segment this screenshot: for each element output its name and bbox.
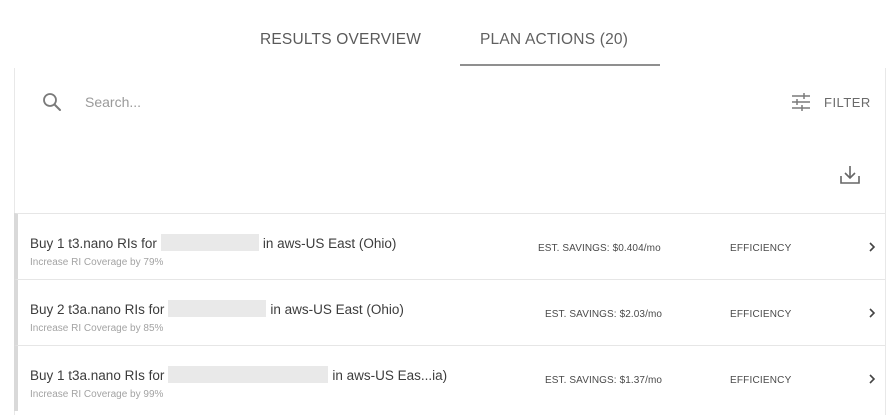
search-bar: FILTER [15,68,885,138]
action-category: EFFICIENCY [730,243,792,254]
estimated-savings: EST. SAVINGS: $2.03/mo [545,309,663,320]
filter-label: FILTER [824,94,871,110]
action-category: EFFICIENCY [730,309,792,320]
action-subtitle: Increase RI Coverage by 99% [30,389,164,400]
search-icon [43,93,61,111]
action-title-prefix: Buy 1 t3a.nano RIs for [30,368,165,383]
action-title-suffix: in aws-US East (Ohio) [262,236,397,251]
estimated-savings: EST. SAVINGS: $0.404/mo [538,243,661,254]
action-title-suffix: in aws-US Eas...ia) [332,368,448,383]
tab-results-overview[interactable]: RESULTS OVERVIEW [260,31,421,49]
action-row[interactable]: Buy 1 t3a.nano RIs for in aws-US Eas...ia… [14,345,885,411]
redacted-name [168,366,329,383]
chevron-right-icon[interactable] [867,306,877,320]
action-title-suffix: in aws-US East (Ohio) [270,302,404,317]
action-title-prefix: Buy 1 t3.nano RIs for [30,236,157,251]
action-category: EFFICIENCY [730,375,792,386]
tab-bar: RESULTS OVERVIEW PLAN ACTIONS (20) [0,0,890,66]
action-title: Buy 2 t3a.nano RIs for in aws-US East (Oh… [30,300,404,317]
filter-button[interactable]: FILTER [790,90,871,114]
search-input[interactable] [85,88,645,116]
sliders-icon [792,93,810,111]
action-row[interactable]: Buy 2 t3a.nano RIs for in aws-US East (Oh… [14,279,885,345]
chevron-right-icon[interactable] [867,372,877,386]
chevron-right-icon[interactable] [867,240,877,254]
active-tab-indicator [460,64,660,66]
redacted-name [168,300,267,317]
action-title: Buy 1 t3a.nano RIs for in aws-US Eas...ia… [30,366,447,383]
action-title-prefix: Buy 2 t3a.nano RIs for [30,302,165,317]
plan-actions-panel: FILTER Buy 1 t3.nano RIs for in aws-US Ea… [14,68,886,415]
tab-plan-actions[interactable]: PLAN ACTIONS (20) [480,31,628,49]
download-icon[interactable] [838,163,862,187]
action-row[interactable]: Buy 1 t3.nano RIs for in aws-US East (Ohi… [14,213,885,279]
estimated-savings: EST. SAVINGS: $1.37/mo [545,375,663,386]
action-title: Buy 1 t3.nano RIs for in aws-US East (Ohi… [30,234,396,251]
action-subtitle: Increase RI Coverage by 85% [30,323,164,334]
action-subtitle: Increase RI Coverage by 79% [30,257,164,268]
redacted-name [160,234,259,251]
action-list: Buy 1 t3.nano RIs for in aws-US East (Ohi… [14,213,885,411]
